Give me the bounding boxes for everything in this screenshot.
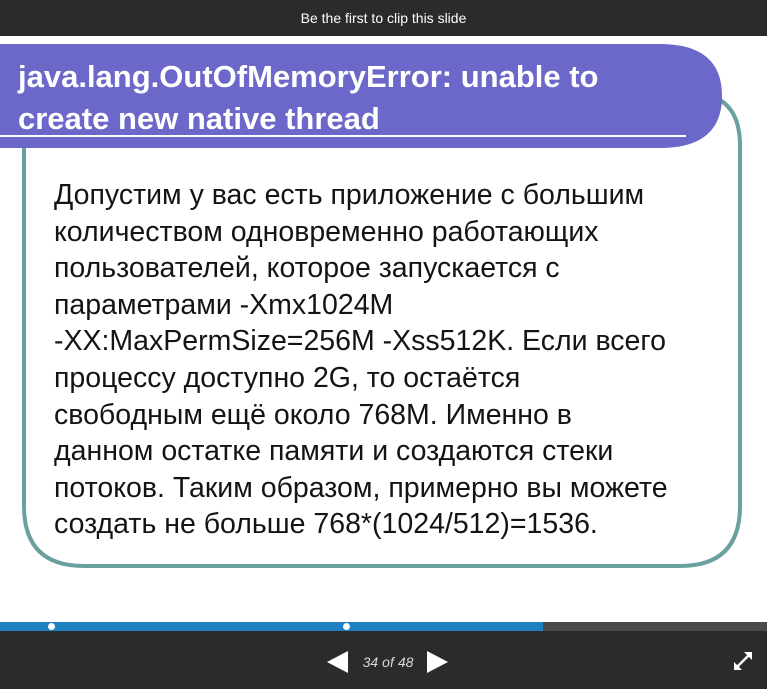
expand-arrows-icon — [734, 652, 752, 670]
progress-marker[interactable] — [48, 623, 55, 630]
slide-body: Допустим у вас есть приложение с большим… — [54, 177, 734, 543]
of-label: of — [382, 654, 394, 670]
slide-body-line: свободным ещё около 768M. Именно в — [54, 398, 572, 431]
slide-body-line: процессу доступно 2G, то остаётся — [54, 361, 521, 394]
slide-title-line: java.lang.OutOfMemoryError: unable to — [18, 59, 599, 94]
slide-title: java.lang.OutOfMemoryError: unable to cr… — [18, 56, 698, 140]
next-slide-button[interactable] — [426, 651, 448, 673]
slide-body-line: параметрами -Xmx1024M — [54, 288, 394, 321]
total-pages: 48 — [397, 654, 414, 670]
slide-body-line: потоков. Таким образом, примерно вы може… — [54, 471, 668, 504]
progress-marker[interactable] — [343, 623, 350, 630]
slide-body-line: количеством одновременно работающих — [54, 215, 599, 248]
previous-slide-button[interactable] — [327, 651, 349, 673]
slide: java.lang.OutOfMemoryError: unable to cr… — [0, 36, 767, 622]
triangle-right-icon — [427, 651, 448, 673]
slide-body-line: -XX:MaxPermSize=256M -Xss512K. Если всег… — [54, 325, 666, 358]
slide-counter: 34 of 48 — [352, 651, 424, 673]
fullscreen-button[interactable] — [733, 651, 753, 671]
clip-slide-link[interactable]: Be the first to clip this slide — [301, 10, 467, 26]
slide-title-line: create new native thread — [18, 101, 380, 136]
player-controls: 34 of 48 — [0, 631, 767, 689]
slide-body-line: пользователей, которое запускается с — [54, 252, 560, 285]
progress-bar[interactable] — [0, 622, 767, 631]
slide-body-line: Допустим у вас есть приложение с большим — [54, 179, 645, 211]
progress-fill — [0, 622, 543, 631]
triangle-left-icon — [327, 651, 348, 673]
current-page: 34 — [362, 654, 379, 670]
slide-body-line: данном остатке памяти и создаются стеки — [54, 435, 614, 468]
slide-body-line: создать не больше 768*(1024/512)=1536. — [54, 508, 598, 541]
top-bar: Be the first to clip this slide — [0, 0, 767, 36]
